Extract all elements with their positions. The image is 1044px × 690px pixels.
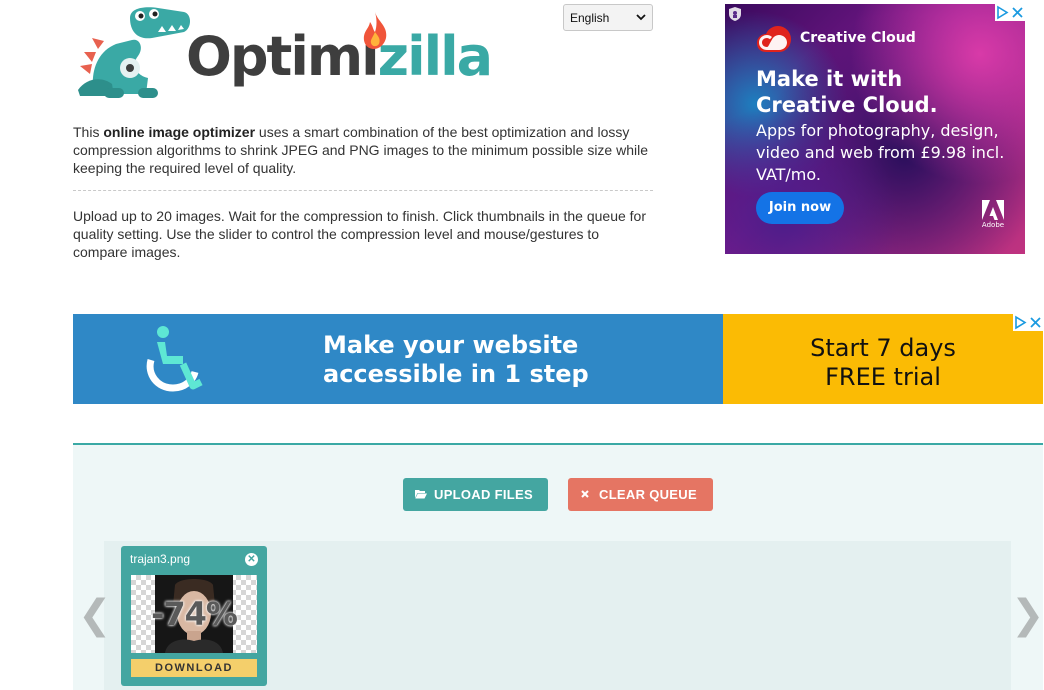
upload-files-label: UPLOAD FILES [434,487,533,502]
privacy-shield-icon[interactable] [727,6,743,22]
adobe-label: Adobe [981,221,1005,229]
ad-blue-panel: Make your website accessible in 1 step [73,314,723,404]
ad-trial-text: Start 7 days FREE trial [723,334,1043,392]
logo-word-part1: Optimi [186,25,380,88]
intro-instructions: Upload up to 20 images. Wait for the com… [73,208,646,260]
ad-creative-cloud[interactable]: Creative Cloud Make it with Creative Clo… [725,4,1025,254]
compression-savings: -74% [151,595,238,633]
clear-queue-button[interactable]: CLEAR QUEUE [568,478,713,511]
intro-pre: This [73,124,104,140]
compression-tool: UPLOAD FILES CLEAR QUEUE ❮ ❯ trajan3.png… [73,443,1044,690]
download-button[interactable]: DOWNLOAD [131,659,257,677]
ad-trial-line2: FREE trial [825,363,941,391]
thumbnail-preview[interactable]: -74% [131,575,257,653]
queue-next-arrow[interactable]: ❯ [1011,595,1044,635]
ad-trial-panel[interactable]: Start 7 days FREE trial [723,314,1043,404]
ad-headline: Make it with Creative Cloud. [756,67,938,117]
ad-brand: Creative Cloud [800,30,916,46]
close-icon [581,490,589,498]
flame-icon [363,12,387,49]
ad-subtext: Apps for photography, design, video and … [756,121,1005,184]
ad-join-now-button[interactable]: Join now [756,192,844,224]
adobe-logo-icon [982,200,1004,220]
ad-trial-line1: Start 7 days [810,334,956,362]
ad-accessibility-headline: Make your website accessible in 1 step [323,331,589,388]
ad-close-icon[interactable] [1010,4,1025,21]
adchoices-icon[interactable] [1013,314,1028,331]
dashed-divider [73,190,653,191]
language-select-value: English [570,11,610,25]
remove-thumbnail-icon[interactable]: ✕ [245,553,258,566]
logo-wordmark: Optimizilla [186,30,493,84]
logo-word-part2: zilla [377,25,493,88]
folder-open-icon [415,490,427,499]
queue-thumbnail[interactable]: trajan3.png ✕ -74% DOWNLOAD [121,546,267,686]
accessibility-logo-icon [146,326,203,392]
intro-description: This online image optimizer uses a smart… [73,123,653,177]
language-select[interactable]: English [563,4,653,31]
intro-bold: online image optimizer [103,124,256,140]
upload-files-button[interactable]: UPLOAD FILES [403,478,548,511]
adchoices-icon[interactable] [995,4,1010,21]
queue-prev-arrow[interactable]: ❮ [78,595,112,635]
clear-queue-label: CLEAR QUEUE [599,487,697,502]
ad-close-icon[interactable] [1028,314,1043,331]
optimizilla-logo[interactable]: Optimizilla [72,4,502,104]
creative-cloud-logo-icon [757,26,791,52]
thumbnail-filename: trajan3.png [130,552,191,566]
dinosaur-mascot-icon [78,7,190,98]
chevron-down-icon [636,14,646,21]
adobe-logo: Adobe [978,200,1008,230]
ad-accessibility-banner[interactable]: Make your website accessible in 1 step S… [73,314,1043,404]
